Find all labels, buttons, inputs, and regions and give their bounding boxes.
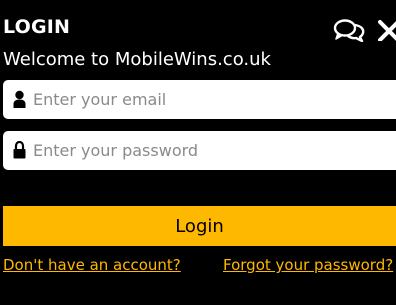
user-icon bbox=[13, 90, 26, 108]
close-icon[interactable] bbox=[378, 19, 396, 41]
email-field[interactable] bbox=[3, 80, 396, 119]
password-field[interactable] bbox=[3, 131, 396, 170]
signup-link[interactable]: Don't have an account? bbox=[3, 256, 181, 274]
header: LOGIN bbox=[0, 0, 396, 50]
page-title: LOGIN bbox=[3, 16, 71, 38]
forgot-password-link[interactable]: Forgot your password? bbox=[223, 256, 393, 274]
welcome-text: Welcome to MobileWins.co.uk bbox=[3, 49, 271, 70]
email-input[interactable] bbox=[33, 80, 393, 119]
lock-icon bbox=[13, 141, 26, 159]
password-input[interactable] bbox=[33, 131, 393, 170]
chat-bubbles-icon[interactable] bbox=[333, 18, 365, 42]
login-button[interactable]: Login bbox=[3, 206, 396, 246]
